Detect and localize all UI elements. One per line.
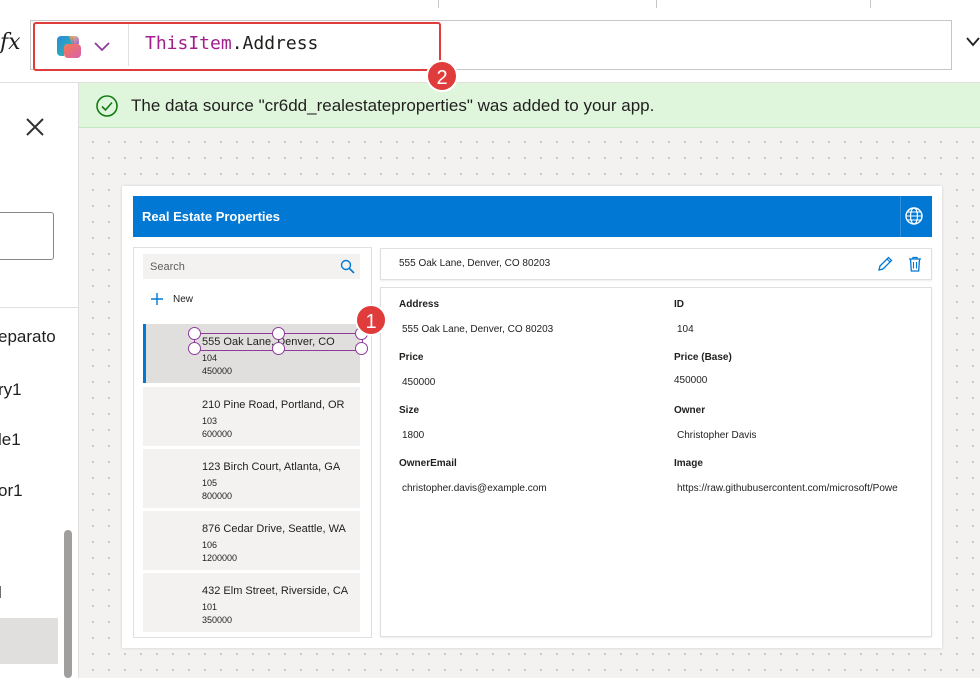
tree-item[interactable]: le1: [0, 430, 21, 450]
toolbar-divider: [870, 0, 871, 8]
gallery-item-id: 101: [202, 602, 218, 612]
plus-icon[interactable]: [150, 292, 164, 306]
gallery-item[interactable]: 432 Elm Street, Riverside, CA 101 350000: [143, 573, 360, 632]
search-icon[interactable]: [340, 259, 355, 274]
field-label-id: ID: [674, 299, 684, 310]
resize-handle[interactable]: [355, 342, 368, 355]
field-value-image: https://raw.githubusercontent.com/micros…: [677, 483, 898, 494]
field-value-owner-email: christopher.davis@example.com: [402, 483, 547, 494]
field-label-address: Address: [399, 299, 440, 310]
field-value-owner: Christopher Davis: [677, 430, 757, 441]
field-label-owner-email: OwnerEmail: [399, 458, 457, 469]
highlight-box: [33, 22, 441, 71]
expand-chevron-icon[interactable]: [966, 36, 980, 48]
field-label-price-base: Price (Base): [674, 352, 732, 363]
step-badge-2: 2: [426, 60, 458, 92]
gallery-item-price: 600000: [202, 429, 233, 439]
fx-label: fx: [0, 30, 21, 55]
field-value-address: 555 Oak Lane, Denver, CO 80203: [402, 324, 554, 335]
divider: [900, 196, 901, 237]
gallery-item-id: 103: [202, 416, 218, 426]
field-value-price-base: 450000: [674, 375, 708, 386]
edit-icon[interactable]: [877, 256, 893, 272]
notification-message: The data source "cr6dd_realestatepropert…: [131, 96, 655, 115]
gallery-item-id: 105: [202, 478, 218, 488]
gallery-item-price: 350000: [202, 615, 233, 625]
tree-search-input[interactable]: [0, 212, 54, 260]
tree-item[interactable]: eparato: [0, 327, 56, 347]
divider: [0, 307, 78, 308]
new-button[interactable]: New: [173, 294, 193, 305]
field-label-owner: Owner: [674, 405, 706, 416]
resize-handle[interactable]: [272, 342, 285, 355]
close-icon[interactable]: [24, 116, 46, 138]
gallery-item[interactable]: 123 Birch Court, Atlanta, GA 105 800000: [143, 449, 360, 508]
toolbar-divider: [438, 0, 439, 8]
gallery-item-price: 1200000: [202, 553, 238, 563]
gallery-item-price: 800000: [202, 491, 233, 501]
field-value-price: 450000: [402, 377, 436, 388]
resize-handle[interactable]: [272, 327, 285, 340]
scrollbar[interactable]: [64, 530, 72, 678]
detail-form: [380, 287, 932, 637]
resize-handle[interactable]: [188, 342, 201, 355]
tree-item[interactable]: or1: [0, 481, 23, 501]
field-value-id: 104: [677, 324, 694, 335]
gallery-item-price: 450000: [202, 366, 233, 376]
search-placeholder: Search: [150, 261, 185, 273]
tree-item-selected[interactable]: [0, 618, 58, 664]
field-label-image: Image: [674, 458, 703, 469]
app-title: Real Estate Properties: [142, 209, 281, 224]
gallery-item[interactable]: 210 Pine Road, Portland, OR 103 600000: [143, 387, 360, 446]
gallery-item-title: 210 Pine Road, Portland, OR: [202, 399, 345, 411]
toolbar-divider: [656, 0, 657, 8]
field-value-size: 1800: [402, 430, 425, 441]
detail-title: 555 Oak Lane, Denver, CO 80203: [399, 258, 551, 269]
gallery-item[interactable]: 876 Cedar Drive, Seattle, WA 106 1200000: [143, 511, 360, 570]
globe-icon[interactable]: [904, 206, 924, 226]
gallery-item-title: 876 Cedar Drive, Seattle, WA: [202, 523, 346, 535]
field-label-size: Size: [399, 405, 420, 416]
gallery-item-title: 432 Elm Street, Riverside, CA: [202, 585, 349, 597]
gallery-item-title: 123 Birch Court, Atlanta, GA: [202, 461, 341, 473]
tree-item[interactable]: ry1: [0, 380, 22, 400]
step-badge-1: 1: [355, 304, 387, 336]
tree-item[interactable]: l: [0, 583, 2, 603]
gallery-item-id: 104: [202, 353, 218, 363]
resize-handle[interactable]: [188, 327, 201, 340]
field-label-price: Price: [399, 352, 424, 363]
success-check-icon: [96, 95, 118, 117]
gallery-item-id: 106: [202, 540, 218, 550]
delete-icon[interactable]: [908, 256, 922, 272]
